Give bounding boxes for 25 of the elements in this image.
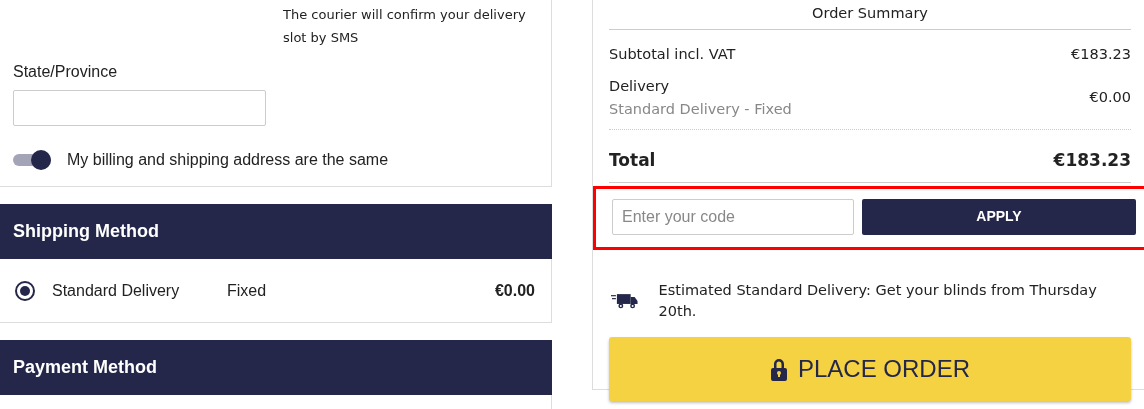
- total-value: €183.23: [1053, 149, 1131, 172]
- option-price: €0.00: [494, 280, 535, 301]
- delivery-estimate: Estimated Standard Delivery: Get your blinds from Thursday 20th.: [658, 280, 1098, 322]
- delivery-detail: Standard Delivery - Fixed: [609, 100, 792, 120]
- total-label: Total: [609, 149, 656, 172]
- place-order-button[interactable]: PLACE ORDER: [609, 337, 1131, 401]
- courier-note: The courier will confirm your delivery slot by SMS: [283, 6, 527, 47]
- option-type: Fixed: [227, 280, 267, 301]
- lock-icon: [769, 357, 788, 381]
- code-input-field[interactable]: Enter your code: [612, 198, 854, 235]
- field-label: State/Province: [13, 62, 118, 82]
- toggle-label: My billing and shipping address are the same: [67, 150, 389, 170]
- option-name: Standard Delivery: [52, 280, 181, 301]
- radio-button[interactable]: [15, 280, 35, 301]
- subtotal-label: Subtotal incl. VAT: [609, 44, 736, 64]
- section-header: Shipping Method: [0, 204, 552, 259]
- subtotal-value: €183.23: [1071, 44, 1131, 64]
- summary-title: Order Summary: [609, 0, 1131, 30]
- toggle-switch[interactable]: [13, 150, 51, 170]
- section-header: Payment Method: [0, 340, 552, 395]
- state-input-field[interactable]: [13, 90, 266, 126]
- delivery-label: Delivery: [609, 76, 671, 96]
- truck-icon: [611, 293, 639, 310]
- delivery-value: €0.00: [1089, 88, 1131, 108]
- apply-button[interactable]: APPLY: [862, 198, 1136, 235]
